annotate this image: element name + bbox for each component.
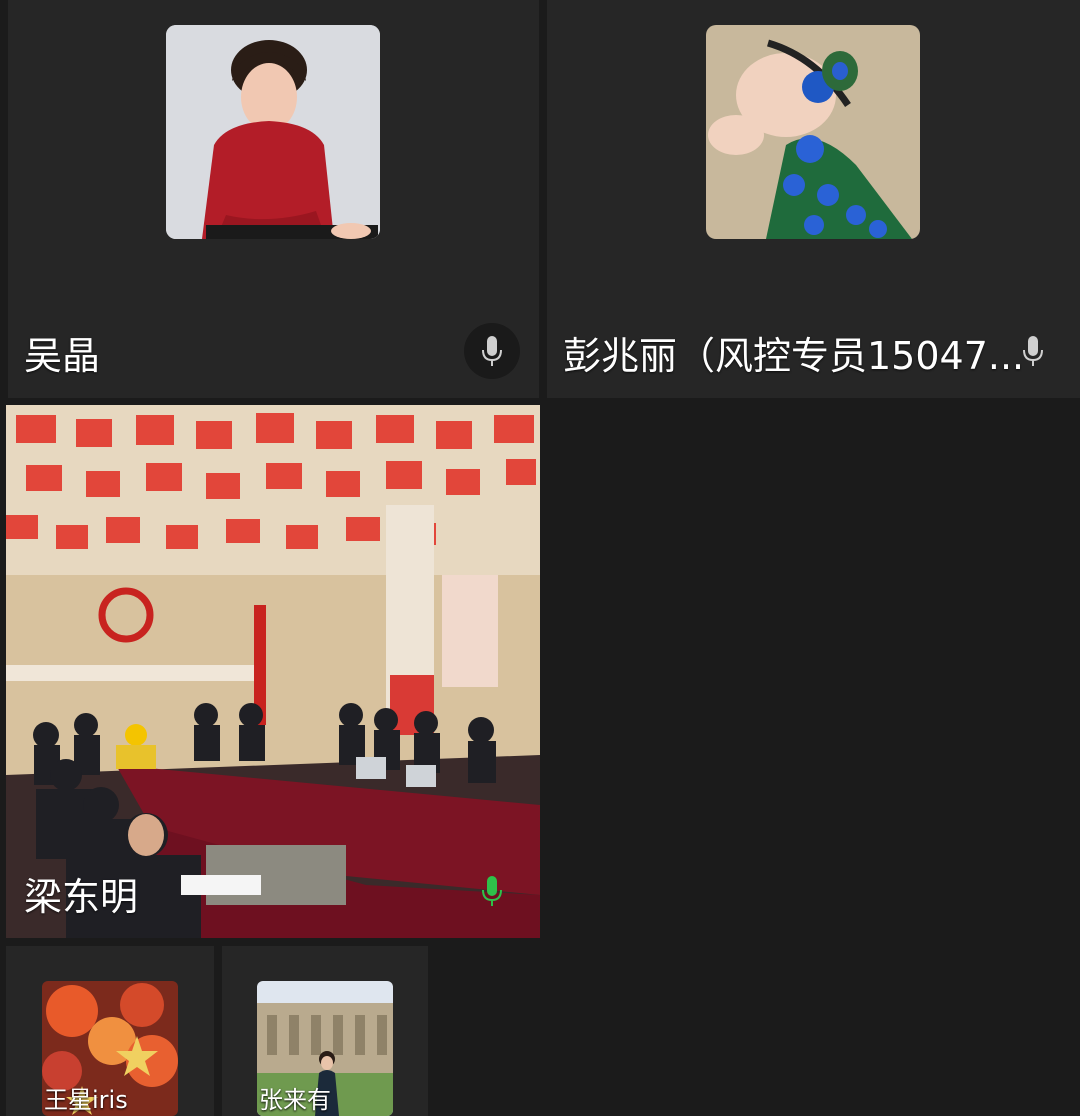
participant-avatar	[706, 25, 920, 239]
participant-name: 张来有	[259, 1086, 331, 1114]
mic-muted-icon[interactable]	[1005, 323, 1061, 379]
participant-tile-4[interactable]: 王星iris	[6, 946, 214, 1116]
participant-video-tile[interactable]: 梁东明	[6, 405, 540, 938]
participant-name: 彭兆丽（风控专员15047...	[563, 334, 1025, 378]
participant-tile-2[interactable]: 彭兆丽（风控专员15047...	[547, 0, 1080, 398]
mic-active-icon[interactable]	[464, 863, 520, 919]
participant-name: 吴晶	[24, 334, 101, 378]
participant-tile-5[interactable]: 张来有	[222, 946, 428, 1116]
participant-avatar	[166, 25, 380, 239]
participant-name: 王星iris	[44, 1086, 128, 1114]
mic-muted-icon[interactable]	[464, 323, 520, 379]
participant-tile-1[interactable]: 吴晶	[8, 0, 539, 398]
participant-video	[6, 405, 540, 938]
participant-name: 梁东明	[24, 875, 139, 919]
